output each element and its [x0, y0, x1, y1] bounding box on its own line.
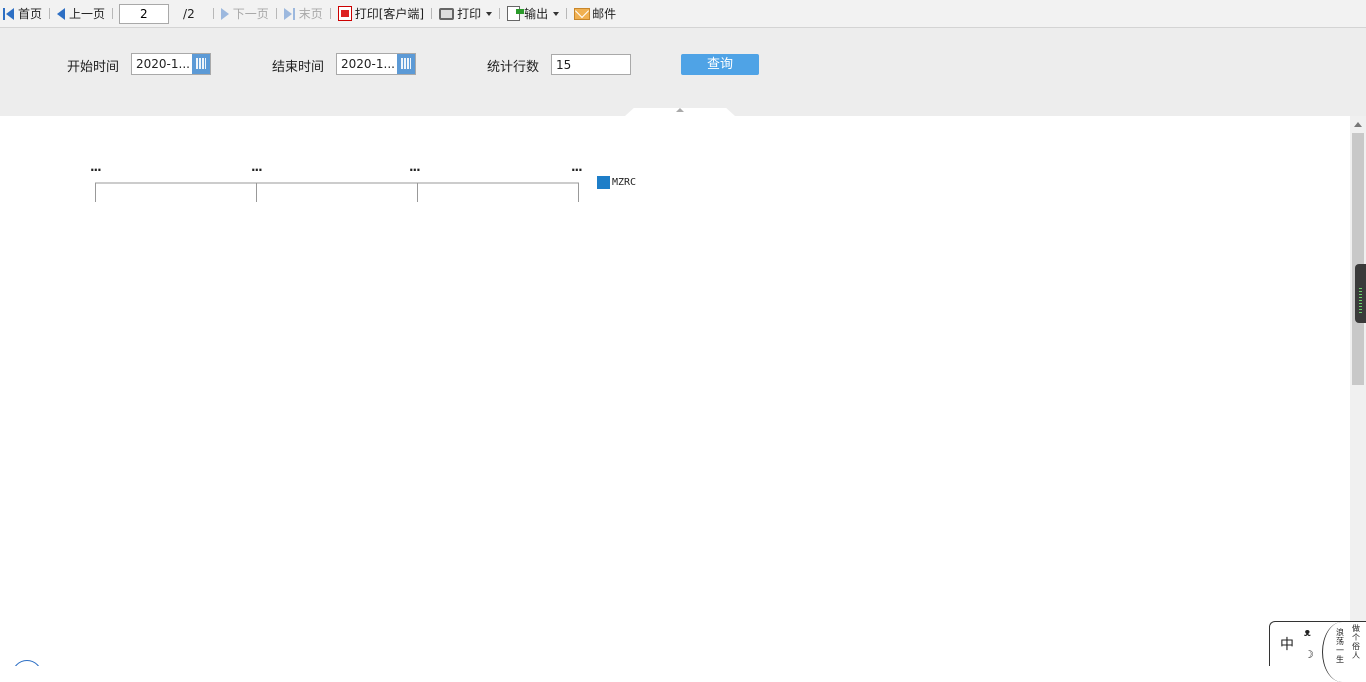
- export-icon: [507, 6, 525, 21]
- export-button[interactable]: 输出: [504, 3, 562, 25]
- x-tick-label: ...: [409, 160, 421, 174]
- first-page-button[interactable]: 首页: [0, 3, 45, 25]
- ime-status-badge[interactable]: 中 ᴥ ☽ 浪荡一生 做个俗人: [1269, 621, 1366, 682]
- print-label: 打印: [457, 7, 482, 21]
- chevron-down-icon: [553, 11, 560, 16]
- last-page-button[interactable]: 末页: [281, 3, 326, 25]
- calendar-icon[interactable]: [397, 54, 415, 74]
- x-tick-label: ...: [90, 160, 102, 174]
- mail-label: 邮件: [592, 7, 617, 21]
- start-time-field[interactable]: 2020-1...: [131, 53, 211, 75]
- pdf-icon: [337, 6, 352, 21]
- x-tick-label: ...: [251, 160, 263, 174]
- vertical-scrollbar[interactable]: [1350, 116, 1366, 666]
- prev-page-button[interactable]: 上一页: [54, 3, 108, 25]
- next-page-label: 下一页: [232, 7, 269, 21]
- prev-page-icon: [57, 7, 66, 20]
- end-time-field[interactable]: 2020-1...: [336, 53, 416, 75]
- toolbar-divider: [49, 8, 51, 19]
- row-count-input[interactable]: 15: [551, 54, 631, 75]
- first-page-label: 首页: [18, 7, 43, 21]
- first-page-icon: [3, 7, 5, 20]
- chart-axis: [95, 182, 579, 202]
- last-page-arrow-icon: [283, 7, 292, 20]
- next-page-button[interactable]: 下一页: [218, 3, 272, 25]
- toolbar-divider: [566, 8, 568, 19]
- last-page-icon: [292, 7, 295, 20]
- toolbar-divider: [499, 8, 501, 19]
- scroll-up-icon[interactable]: [1354, 122, 1362, 127]
- start-time-label: 开始时间: [67, 60, 120, 75]
- toolbar-divider: [431, 8, 433, 19]
- scroll-thumb[interactable]: [1352, 133, 1364, 385]
- page-total-label: /2: [183, 6, 195, 21]
- query-button[interactable]: 查询: [681, 54, 759, 75]
- print-client-label: 打印[客户端]: [354, 7, 425, 21]
- ime-bow-icon: ᴥ: [1304, 626, 1311, 639]
- legend-swatch: [597, 176, 610, 189]
- chevron-down-icon: [486, 11, 493, 16]
- toolbar-divider: [275, 8, 277, 19]
- print-client-button[interactable]: 打印[客户端]: [335, 3, 427, 25]
- legend-label: MZRC: [612, 177, 637, 188]
- parameter-panel: 开始时间 2020-1... 结束时间 2020-1... 统计行数 15 查询: [0, 28, 1366, 116]
- ime-vertical-text: 浪荡一生: [1336, 628, 1344, 664]
- prev-page-label: 上一页: [69, 7, 106, 21]
- printer-icon: [439, 7, 455, 20]
- mail-icon: [574, 7, 591, 20]
- ime-mode-label: 中: [1280, 637, 1294, 653]
- report-content: ... ... ... ... MZRC: [0, 116, 1350, 666]
- side-handle-widget[interactable]: [1355, 264, 1366, 323]
- toolbar-divider: [212, 8, 214, 19]
- floating-circle-icon[interactable]: [12, 660, 42, 666]
- end-time-label: 结束时间: [272, 60, 325, 75]
- toolbar-divider: [329, 8, 331, 19]
- calendar-icon[interactable]: [192, 54, 210, 74]
- mail-button[interactable]: 邮件: [571, 3, 619, 25]
- row-count-value: 15: [556, 58, 572, 72]
- start-time-value: 2020-1...: [136, 57, 190, 71]
- report-toolbar: 首页 上一页 /2 下一页 末页 打印[客户端] 打印 输出 邮件: [0, 0, 1366, 28]
- first-page-arrow-icon: [6, 7, 14, 20]
- print-button[interactable]: 打印: [436, 3, 495, 25]
- next-page-icon: [220, 7, 229, 20]
- row-count-label: 统计行数: [487, 60, 540, 75]
- end-time-value: 2020-1...: [341, 57, 395, 71]
- last-page-label: 末页: [298, 7, 323, 21]
- toolbar-divider: [112, 8, 114, 19]
- x-tick-label: ...: [571, 160, 583, 174]
- page-number-input[interactable]: [119, 3, 170, 24]
- collapse-panel-toggle[interactable]: [625, 108, 735, 116]
- ime-vertical-text: 做个俗人: [1352, 624, 1360, 660]
- export-label: 输出: [524, 7, 549, 21]
- ime-moon-icon: ☽: [1304, 648, 1314, 661]
